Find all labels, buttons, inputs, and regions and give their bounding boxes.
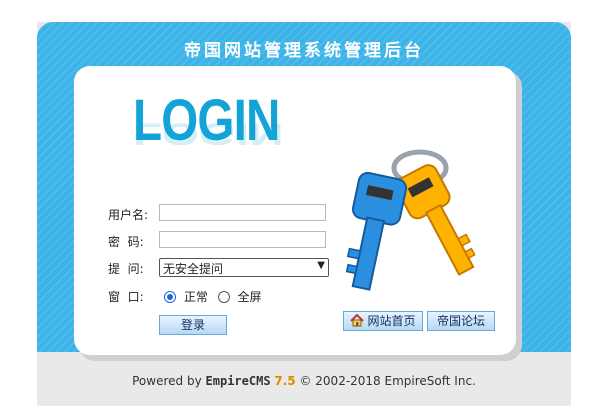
keys-icon (345, 149, 476, 291)
login-logo-reflection: LOGIN (133, 116, 284, 153)
security-question-select[interactable]: 无安全提问 ▼ (159, 258, 329, 277)
window-fullscreen-label: 全屏 (237, 290, 262, 304)
window-label: 窗 口: (108, 290, 144, 304)
chevron-down-icon: ▼ (317, 260, 325, 271)
window-normal-radio[interactable] (164, 291, 176, 303)
homepage-label: 网站首页 (367, 314, 416, 328)
forum-button[interactable]: 帝国论坛 (427, 311, 495, 331)
homepage-button[interactable]: 网站首页 (343, 311, 423, 331)
footer-product: EmpireCMS (205, 374, 271, 388)
security-question-value: 无安全提问 (163, 262, 224, 276)
footer-prefix: Powered by (132, 374, 202, 388)
username-input[interactable] (159, 204, 326, 221)
login-button[interactable]: 登录 (159, 315, 227, 335)
password-input[interactable] (159, 231, 326, 248)
footer-company: EmpireSoft Inc. (384, 374, 476, 388)
home-icon (350, 313, 365, 327)
username-label: 用户名: (108, 208, 149, 222)
question-label: 提 问: (108, 262, 144, 276)
footer: Powered by EmpireCMS 7.5 © 2002-2018 Emp… (37, 374, 571, 388)
password-label: 密 码: (108, 235, 144, 249)
window-normal-label: 正常 (183, 290, 208, 304)
footer-copyright: © 2002-2018 (299, 374, 381, 388)
page-title: 帝国网站管理系统管理后台 (184, 41, 424, 61)
window-fullscreen-radio[interactable] (217, 291, 230, 303)
footer-version: 7.5 (274, 374, 296, 388)
